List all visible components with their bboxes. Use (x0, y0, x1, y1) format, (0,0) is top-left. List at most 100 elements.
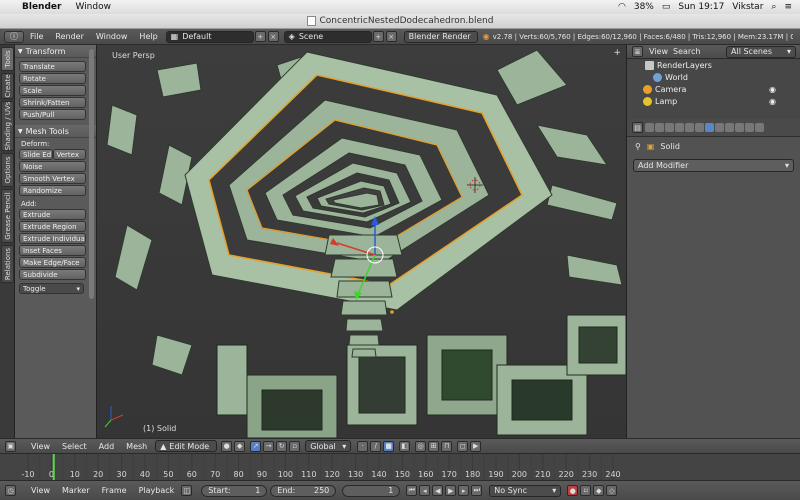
limit-selection-icon[interactable]: ◧ (399, 440, 411, 452)
orientation-selector[interactable]: Global ▾ (305, 440, 352, 452)
remove-scene-icon[interactable]: × (385, 31, 397, 42)
battery-percent[interactable]: 38% (634, 2, 654, 12)
randomize-button[interactable]: Randomize (19, 185, 86, 196)
menu-playback[interactable]: Playback (139, 486, 175, 495)
properties-editor-icon[interactable]: ▤ (632, 122, 643, 133)
transform-panel-header[interactable]: ▼ Transform (15, 45, 96, 58)
menu-file[interactable]: File (30, 32, 43, 41)
pin-icon[interactable]: ⚲ (635, 142, 641, 151)
prev-keyframe-icon[interactable]: ◂ (419, 485, 431, 496)
notifications-icon[interactable]: ≡ (784, 2, 792, 12)
viewport-shading-icon[interactable]: ● (221, 440, 233, 452)
outliner-item-renderlayers[interactable]: RenderLayers (627, 59, 800, 71)
end-frame-field[interactable]: End: 250 (270, 484, 337, 497)
visibility-eye-icon[interactable]: ◉ (769, 97, 776, 106)
shrink-fatten-button[interactable]: Shrink/Fatten (19, 97, 86, 108)
sync-mode-selector[interactable]: No Sync ▾ (489, 484, 562, 497)
mode-selector[interactable]: ▲ Edit Mode (155, 440, 218, 452)
render-layers-tab-icon[interactable] (655, 123, 664, 132)
menu-select[interactable]: Select (62, 442, 87, 451)
menu-window[interactable]: Window (96, 32, 128, 41)
os-app-menu[interactable]: Blender (22, 2, 61, 12)
wifi-icon[interactable]: ◠ (618, 2, 626, 12)
visibility-eye-icon[interactable]: ◉ (769, 85, 776, 94)
opengl-render-icon[interactable]: ◻ (457, 440, 469, 452)
add-modifier-dropdown[interactable]: Add Modifier ▾ (633, 159, 794, 172)
manipulator-toggle-icon[interactable]: ↗ (250, 440, 262, 452)
extrude-region-button[interactable]: Extrude Region (19, 221, 86, 232)
material-tab-icon[interactable] (725, 123, 734, 132)
mesh-tools-panel-header[interactable]: ▼ Mesh Tools (15, 125, 96, 138)
add-scene-icon[interactable]: + (372, 31, 384, 42)
menu-add[interactable]: Add (99, 442, 115, 451)
remove-layout-icon[interactable]: × (267, 31, 279, 42)
translate-button[interactable]: Translate (19, 61, 86, 72)
scene-tab-icon[interactable] (665, 123, 674, 132)
viewport-editor-icon[interactable]: ▣ (5, 440, 16, 452)
slide-vertex-button[interactable]: Vertex (52, 149, 86, 160)
menu-view[interactable]: View (31, 442, 50, 451)
proportional-edit-icon[interactable]: ◎ (415, 440, 427, 452)
opengl-anim-icon[interactable]: ▶ (470, 440, 482, 452)
editor-type-icon[interactable]: ⓘ (4, 30, 24, 43)
outliner-search-menu[interactable]: Search (673, 47, 700, 56)
toggle-dropdown[interactable]: Toggle ▾ (19, 283, 84, 294)
object-tab-icon[interactable] (685, 123, 694, 132)
outliner-editor-icon[interactable]: ≣ (632, 46, 643, 57)
constraints-tab-icon[interactable] (695, 123, 704, 132)
tab-shading-uvs[interactable]: Shading / UVs (1, 101, 14, 151)
render-engine-selector[interactable]: Blender Render (403, 30, 478, 43)
tab-grease-pencil[interactable]: Grease Pencil (1, 189, 14, 243)
outliner-view-menu[interactable]: View (649, 47, 668, 56)
data-tab-icon[interactable] (715, 123, 724, 132)
extrude-button[interactable]: Extrude (19, 209, 86, 220)
current-frame-field[interactable]: 1 (342, 484, 401, 497)
scale-manipulator-icon[interactable]: ▫ (289, 440, 301, 452)
menu-mesh[interactable]: Mesh (126, 442, 147, 451)
rotate-manipulator-icon[interactable]: ↻ (276, 440, 288, 452)
layout-selector[interactable]: ▦ Default (165, 30, 254, 43)
modifiers-tab-icon[interactable] (705, 123, 714, 132)
viewport-add-region-icon[interactable]: + (613, 48, 621, 58)
particles-tab-icon[interactable] (745, 123, 754, 132)
edge-select-icon[interactable]: / (370, 440, 382, 452)
next-keyframe-icon[interactable]: ▸ (458, 485, 470, 496)
render-tab-icon[interactable] (645, 123, 654, 132)
clock[interactable]: Sun 19:17 (678, 2, 724, 12)
mesh-render[interactable] (97, 45, 626, 438)
delete-keyframe-icon[interactable]: ◇ (606, 485, 618, 496)
noise-button[interactable]: Noise (19, 161, 86, 172)
menu-marker[interactable]: Marker (62, 486, 90, 495)
outliner-scene-filter[interactable]: All Scenes ▾ (726, 45, 796, 58)
start-frame-field[interactable]: Start: 1 (201, 484, 268, 497)
outliner-item-world[interactable]: World (627, 71, 800, 83)
timeline[interactable]: -10 0 10 20 30 40 50 60 70 80 90 100 110 120 130 140 150… (0, 453, 800, 481)
scale-button[interactable]: Scale (19, 85, 86, 96)
tab-options[interactable]: Options (1, 153, 14, 187)
viewport-3d[interactable]: User Persp (1) Solid + (97, 45, 626, 438)
push-pull-button[interactable]: Push/Pull (19, 109, 86, 120)
menu-timeline-view[interactable]: View (31, 486, 50, 495)
tab-tools[interactable]: Tools (1, 47, 14, 71)
pivot-point-icon[interactable]: ◆ (234, 440, 246, 452)
play-reverse-icon[interactable]: ◀ (432, 485, 444, 496)
menu-render[interactable]: Render (55, 32, 83, 41)
menu-frame[interactable]: Frame (102, 486, 127, 495)
snap-icon[interactable]: ⊓ (441, 440, 453, 452)
jump-start-icon[interactable]: ⏮ (406, 485, 418, 496)
user-name[interactable]: Vikstar (732, 2, 763, 12)
slide-edge-button[interactable]: Slide Ed (19, 149, 53, 160)
os-window-menu[interactable]: Window (75, 2, 111, 12)
tab-create[interactable]: Create (1, 73, 14, 99)
play-icon[interactable]: ▶ (445, 485, 457, 496)
outliner-item-camera[interactable]: Camera ◉ (627, 83, 800, 95)
vertex-select-icon[interactable]: · (357, 440, 369, 452)
inset-faces-button[interactable]: Inset Faces (19, 245, 86, 256)
snap-element-icon[interactable]: ⊞ (428, 440, 440, 452)
extrude-individual-button[interactable]: Extrude Individual (19, 233, 86, 244)
add-layout-icon[interactable]: + (254, 31, 266, 42)
make-edge-face-button[interactable]: Make Edge/Face (19, 257, 86, 268)
texture-tab-icon[interactable] (735, 123, 744, 132)
insert-keyframe-icon[interactable]: ◆ (593, 485, 605, 496)
preview-range-icon[interactable]: ◫ (181, 485, 193, 496)
